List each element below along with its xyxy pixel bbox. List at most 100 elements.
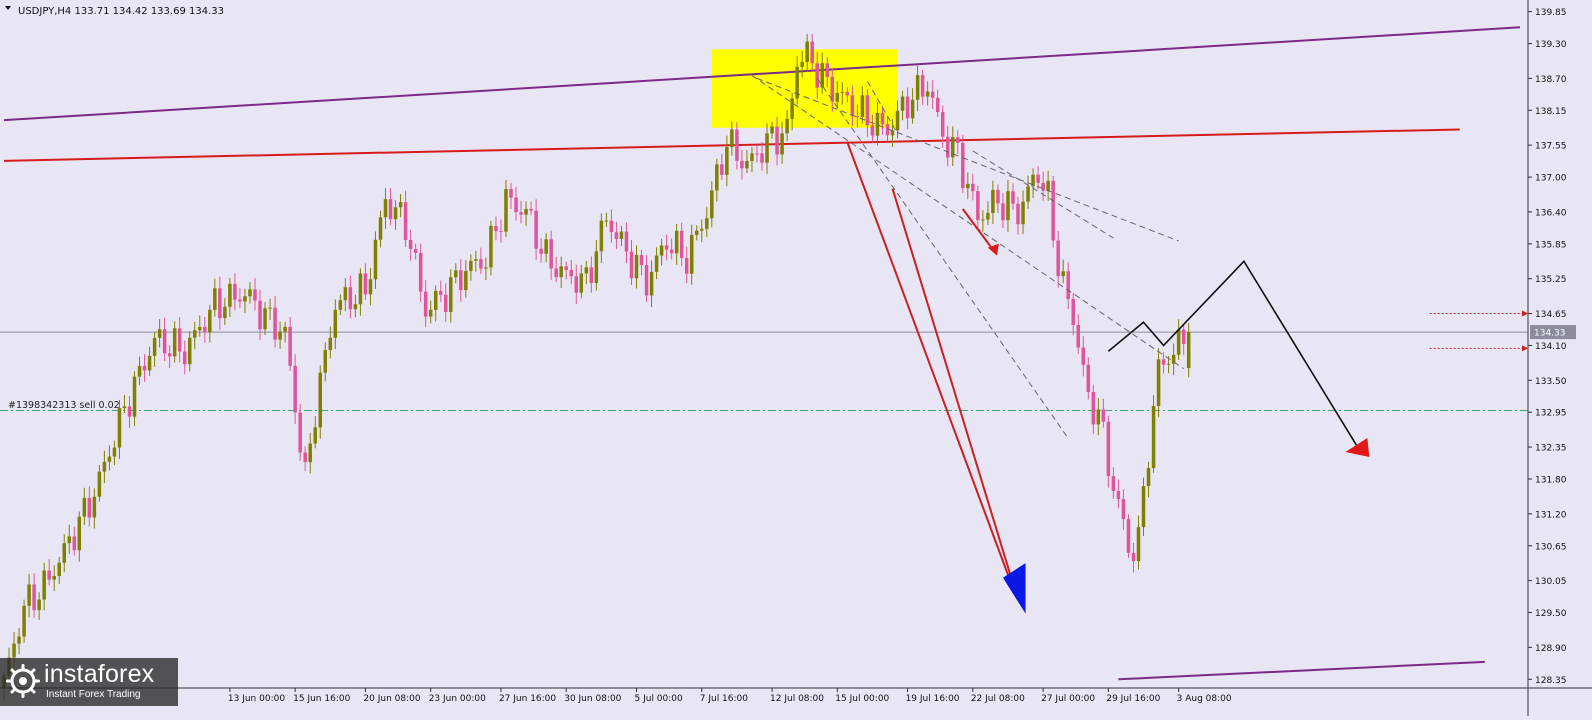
candle-body [639,255,644,266]
logo-tagline: Instant Forex Trading [46,689,141,700]
candle-body [956,137,960,143]
candle-body [880,112,885,125]
x-tick-label: 22 Jul 08:00 [971,694,1025,704]
candle-body [479,259,483,269]
candle-body [474,259,478,261]
candle-body [152,337,157,356]
candle-body [1146,468,1151,487]
candle-body [1186,332,1191,369]
candle-body [569,269,574,277]
candle-body [97,471,102,497]
candle-body [137,365,142,377]
candle-body [238,299,242,302]
candle-body [664,245,669,250]
candle-body [1006,191,1010,221]
candle-body [885,124,890,136]
candle-body [720,164,724,175]
candle-body [920,75,925,97]
candle-body [433,290,438,310]
candle-body [604,220,609,222]
logo-name: instaforex [44,660,155,688]
candle-body [810,41,814,64]
candle-body [1136,527,1141,562]
candle-body [388,199,393,220]
candle-body [82,497,87,517]
candle-body [408,240,413,250]
candle-body [554,268,558,278]
candle-body [725,147,729,175]
candle-body [1061,271,1065,277]
candle-body [594,251,599,284]
candle [961,134,965,194]
candle-body [218,288,222,319]
candle-body [684,258,689,274]
candle-body [589,267,594,284]
candle-body [559,266,563,278]
candle-body [233,283,237,300]
candle-body [735,129,739,161]
candle-body [443,294,448,312]
candle-body [1071,299,1075,325]
y-tick-label: 128.35 [1535,676,1567,686]
candle-body [825,63,830,77]
candle-body [689,234,694,274]
candle-body [915,75,920,100]
candle-body [971,183,975,192]
candle-body [223,306,227,319]
candle-body [644,265,649,296]
candle-body [770,126,774,134]
x-tick-label: 19 Jul 16:00 [906,694,960,704]
candle-body [715,164,719,191]
candle-body [253,289,257,301]
y-tick-label: 133.50 [1535,377,1567,387]
candle-body [1156,359,1161,406]
candle-body [1016,203,1020,225]
candle-body [192,330,197,338]
candle-body [107,456,112,462]
y-tick-label: 132.35 [1535,444,1567,454]
candle-body [398,202,403,208]
candle-body [142,365,147,371]
candle-body [1106,421,1111,477]
highlight-zone [711,49,898,128]
candle-body [820,63,824,88]
candle-body [549,239,553,269]
candle-body [504,188,508,232]
x-tick-label: 30 Jun 08:00 [564,694,621,704]
y-tick-label: 132.95 [1535,409,1567,419]
candle-body [1051,180,1055,241]
candle-body [348,287,353,310]
candle-body [368,279,373,295]
candle-body [147,355,152,371]
candle-body [393,207,398,220]
candle-body [17,636,21,644]
candle-body [489,225,493,268]
instaforex-logo: instaforex Instant Forex Trading [0,658,178,706]
candle-body [755,153,759,155]
candle-body [228,283,232,307]
order-label: #1398342313 sell 0.02 [8,400,120,411]
candle-body [659,245,664,256]
candle-body [413,249,418,253]
candle [1126,514,1131,559]
candle-body [1141,486,1146,528]
current-price-label: 134.33 [1534,329,1566,339]
candle-body [976,191,980,221]
candle-body [1021,201,1025,225]
candle-body [790,98,794,119]
y-tick-label: 136.40 [1535,208,1567,218]
candle-body [328,337,333,351]
candle-body [1111,476,1116,492]
y-tick-label: 129.50 [1535,609,1567,619]
candle-body [1066,271,1070,300]
candle-body [363,273,368,295]
candle-body [930,91,935,98]
candle-body [865,95,870,126]
x-tick-label: 7 Jul 16:00 [700,694,749,704]
candle-body [313,427,317,444]
candle-body [77,516,82,551]
candle-body [925,91,930,97]
y-tick-label: 130.05 [1535,577,1567,587]
candle-body [740,160,744,169]
candle-body [1161,359,1166,365]
